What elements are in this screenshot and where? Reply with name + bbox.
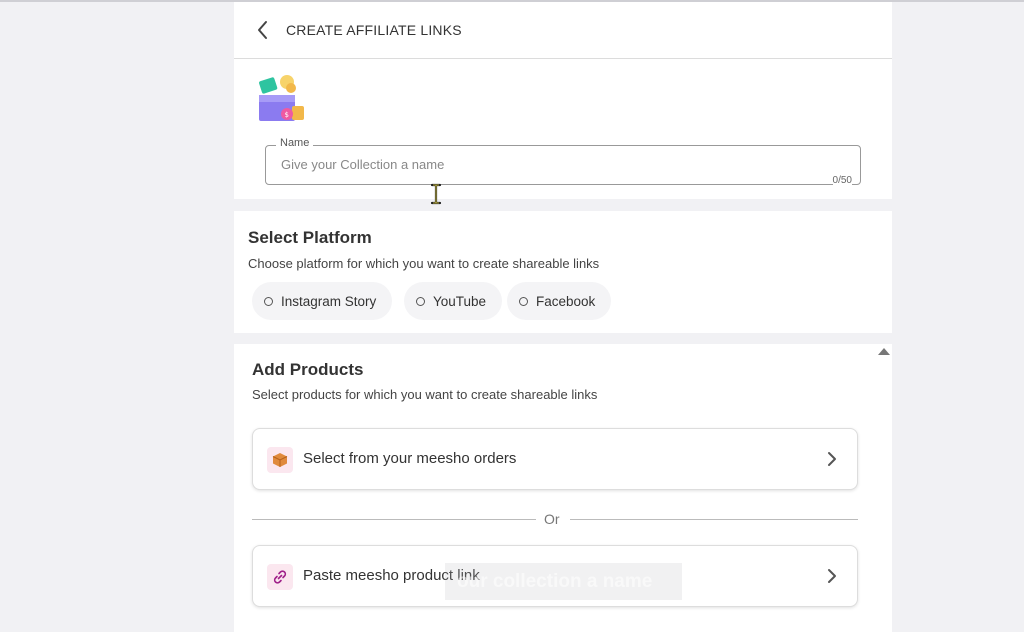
radio-unselected-icon: [519, 296, 528, 306]
back-arrow-icon[interactable]: [254, 18, 274, 42]
platform-option-label: YouTube: [433, 293, 487, 309]
select-platform-section: Select Platform Choose platform for whic…: [234, 211, 892, 333]
divider-line: [252, 519, 536, 520]
platform-section-subtitle: Choose platform for which you want to cr…: [248, 256, 600, 271]
link-icon: [267, 564, 293, 590]
divider-line: [570, 519, 858, 520]
text-cursor-icon: [430, 183, 442, 205]
radio-unselected-icon: [264, 296, 273, 306]
page-title: CREATE AFFILIATE LINKS: [286, 22, 462, 38]
affiliate-gift-illustration-icon: $: [254, 73, 306, 125]
select-from-orders-label: Select from your meesho orders: [303, 450, 517, 467]
svg-text:$: $: [285, 111, 289, 119]
character-counter: 0/50: [832, 175, 852, 186]
platform-option-label: Facebook: [536, 293, 596, 309]
platform-option-instagram-story[interactable]: Instagram Story: [252, 282, 393, 320]
scroll-up-arrow-icon[interactable]: [878, 348, 890, 355]
header-bar: CREATE AFFILIATE LINKS: [234, 2, 892, 59]
platform-option-facebook[interactable]: Facebook: [507, 282, 612, 320]
name-field-label: Name: [276, 137, 314, 149]
package-icon: [267, 447, 293, 473]
chevron-right-icon: [825, 449, 839, 469]
platform-option-youtube[interactable]: YouTube: [404, 282, 503, 320]
products-section-title: Add Products: [252, 360, 364, 379]
products-section-subtitle: Select products for which you want to cr…: [252, 387, 598, 402]
collection-name-input[interactable]: [281, 157, 801, 172]
or-divider: Or: [252, 510, 858, 528]
platform-option-label: Instagram Story: [281, 293, 377, 309]
tooltip-overlay: our collection a name: [445, 563, 682, 600]
chevron-right-icon: [825, 566, 839, 586]
radio-unselected-icon: [416, 296, 425, 306]
select-from-orders-button[interactable]: Select from your meesho orders: [252, 428, 858, 490]
or-divider-label: Or: [544, 511, 560, 527]
collection-name-section: $ Name 0/50: [234, 59, 892, 199]
collection-name-field: Name 0/50: [265, 137, 861, 186]
platform-section-title: Select Platform: [248, 228, 372, 247]
